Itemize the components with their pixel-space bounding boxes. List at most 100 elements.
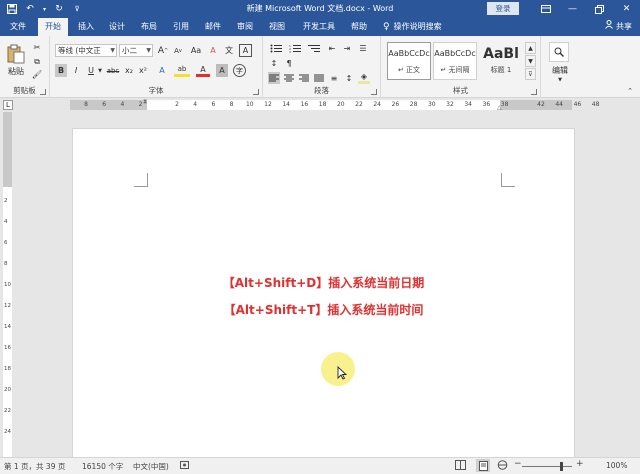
font-name-combo[interactable]: 等线 (中文正 ▼ — [55, 44, 117, 57]
bold-button[interactable]: B — [55, 64, 67, 77]
underline-dropdown[interactable]: ▼ — [97, 64, 103, 77]
print-layout-icon[interactable] — [476, 459, 490, 472]
page-count[interactable]: 第 1 页，共 39 页 — [4, 461, 65, 472]
zoom-slider-thumb[interactable] — [560, 462, 563, 471]
share-button[interactable]: 共享 — [605, 18, 632, 36]
tab-developer[interactable]: 开发工具 — [298, 18, 340, 36]
line-spacing-icon[interactable]: ↕ — [343, 72, 355, 84]
tell-me-search[interactable]: ♀ 操作说明搜索 — [383, 18, 483, 36]
font-launcher-icon[interactable] — [253, 89, 259, 95]
minimize-icon[interactable]: — — [559, 0, 586, 18]
tab-mailings[interactable]: 邮件 — [200, 18, 226, 36]
ribbon-display-icon[interactable] — [532, 0, 559, 18]
close-icon[interactable]: ✕ — [613, 0, 640, 18]
bullets-icon[interactable] — [268, 42, 284, 54]
font-color-button[interactable]: A — [196, 64, 210, 77]
subscript-button[interactable]: x₂ — [123, 64, 135, 77]
align-right-icon[interactable] — [298, 72, 310, 84]
show-marks-icon[interactable]: ¶ — [283, 57, 295, 69]
align-center-icon[interactable] — [283, 72, 295, 84]
restore-icon[interactable] — [586, 0, 613, 18]
copy-icon[interactable]: ⧉ — [31, 56, 43, 67]
chevron-down-icon[interactable]: ▼ — [555, 76, 565, 84]
language-indicator[interactable]: 中文(中国) — [133, 461, 169, 472]
tab-insert[interactable]: 插入 — [73, 18, 99, 36]
document-line-2[interactable]: 【Alt+Shift+T】插入系统当前时间 — [73, 301, 574, 318]
person-icon — [605, 18, 613, 36]
paste-button[interactable]: 粘贴 — [4, 40, 28, 80]
tab-layout[interactable]: 布局 — [136, 18, 162, 36]
style-heading-1[interactable]: AaBl 标题 1 — [479, 42, 523, 80]
italic-button[interactable]: I — [70, 64, 82, 77]
tab-review[interactable]: 审阅 — [232, 18, 258, 36]
styles-scroll-up-icon[interactable]: ▲ — [525, 42, 536, 54]
clear-formatting-button[interactable]: A — [207, 44, 219, 57]
collapse-ribbon-icon[interactable]: ⌃ — [625, 86, 635, 96]
macro-record-icon[interactable] — [180, 461, 189, 471]
styles-more-icon[interactable]: ⊽ — [525, 68, 536, 80]
cut-icon[interactable]: ✂ — [31, 42, 43, 53]
web-layout-icon[interactable] — [497, 460, 508, 472]
highlight-button[interactable]: ab — [174, 64, 190, 77]
styles-scroll-down-icon[interactable]: ▼ — [525, 55, 536, 67]
zoom-out-button[interactable]: − — [514, 459, 522, 469]
style-no-spacing[interactable]: AaBbCcDc ↵ 无间隔 — [433, 42, 477, 80]
font-size-combo[interactable]: 小二 ▼ — [119, 44, 153, 57]
tab-design[interactable]: 设计 — [104, 18, 130, 36]
zoom-in-button[interactable]: + — [576, 459, 584, 469]
find-icon[interactable] — [549, 42, 569, 62]
undo-icon[interactable]: ↶ — [24, 3, 36, 15]
tab-references[interactable]: 引用 — [168, 18, 194, 36]
subscript-icon: x₂ — [125, 66, 133, 75]
zoom-level[interactable]: 100% — [606, 461, 627, 470]
ruler-number: 18 — [318, 101, 327, 108]
numbering-icon[interactable]: 123 — [287, 42, 303, 54]
undo-dropdown-icon[interactable]: ▾ — [42, 3, 47, 15]
shading-icon[interactable]: ◈ — [358, 72, 370, 84]
paragraph-launcher-icon[interactable] — [371, 89, 377, 95]
phonetic-guide-button[interactable]: 文 — [223, 44, 235, 57]
strikethrough-button[interactable]: abc — [105, 64, 121, 77]
tab-help[interactable]: 帮助 — [346, 18, 372, 36]
zoom-slider-track[interactable] — [522, 466, 572, 467]
login-button[interactable]: 登录 — [487, 2, 519, 15]
customize-qat-icon[interactable]: ⊽ — [71, 3, 83, 15]
distributed-icon[interactable]: ≡ — [328, 72, 340, 84]
text-effects-button[interactable]: A — [155, 64, 169, 77]
shrink-font-button[interactable]: Av — [172, 44, 184, 57]
document-page[interactable]: 【Alt+Shift+D】插入系统当前日期 【Alt+Shift+T】插入系统当… — [72, 128, 575, 460]
multilevel-list-icon[interactable] — [306, 42, 322, 54]
tab-view[interactable]: 视图 — [264, 18, 290, 36]
increase-indent-icon[interactable]: ⇥ — [341, 42, 353, 54]
tab-home[interactable]: 开始 — [38, 18, 68, 36]
chinese-layout-icon[interactable]: ☰ — [357, 42, 369, 54]
tab-file[interactable]: 文件 — [4, 18, 32, 36]
format-painter-icon[interactable]: 🖌 — [31, 69, 43, 80]
right-indent-marker-icon[interactable]: △ — [497, 104, 502, 111]
sort-icon[interactable]: ↕ — [268, 57, 280, 69]
editing-button[interactable]: 编辑 — [545, 64, 575, 76]
change-case-icon: Aa — [190, 46, 202, 55]
grow-font-button[interactable]: A ^ — [157, 44, 169, 57]
decrease-indent-icon[interactable]: ⇤ — [326, 42, 338, 54]
word-count[interactable]: 16150 个字 — [82, 461, 123, 472]
ruler-number: 26 — [391, 101, 400, 108]
styles-launcher-icon[interactable] — [531, 89, 537, 95]
redo-icon[interactable]: ↻ — [53, 3, 65, 15]
clipboard-launcher-icon[interactable] — [40, 89, 46, 95]
indent-marker-icon[interactable]: ⧗ — [143, 98, 147, 106]
ruler-number: 4 — [120, 101, 125, 108]
document-line-1[interactable]: 【Alt+Shift+D】插入系统当前日期 — [73, 274, 574, 291]
save-icon[interactable] — [6, 3, 18, 15]
character-shading-button[interactable]: A — [216, 64, 228, 77]
superscript-button[interactable]: x² — [137, 64, 149, 77]
justify-icon[interactable] — [313, 72, 325, 84]
read-mode-icon[interactable] — [455, 460, 466, 472]
tab-selector[interactable]: L — [3, 100, 13, 110]
enclose-characters-button[interactable]: 字 — [233, 64, 246, 77]
underline-button[interactable]: U — [85, 64, 97, 77]
change-case-button[interactable]: Aa — [189, 44, 203, 57]
align-left-icon[interactable] — [268, 72, 280, 84]
style-normal[interactable]: AaBbCcDc ↵ 正文 — [387, 42, 431, 80]
character-border-button[interactable]: A — [239, 44, 252, 57]
